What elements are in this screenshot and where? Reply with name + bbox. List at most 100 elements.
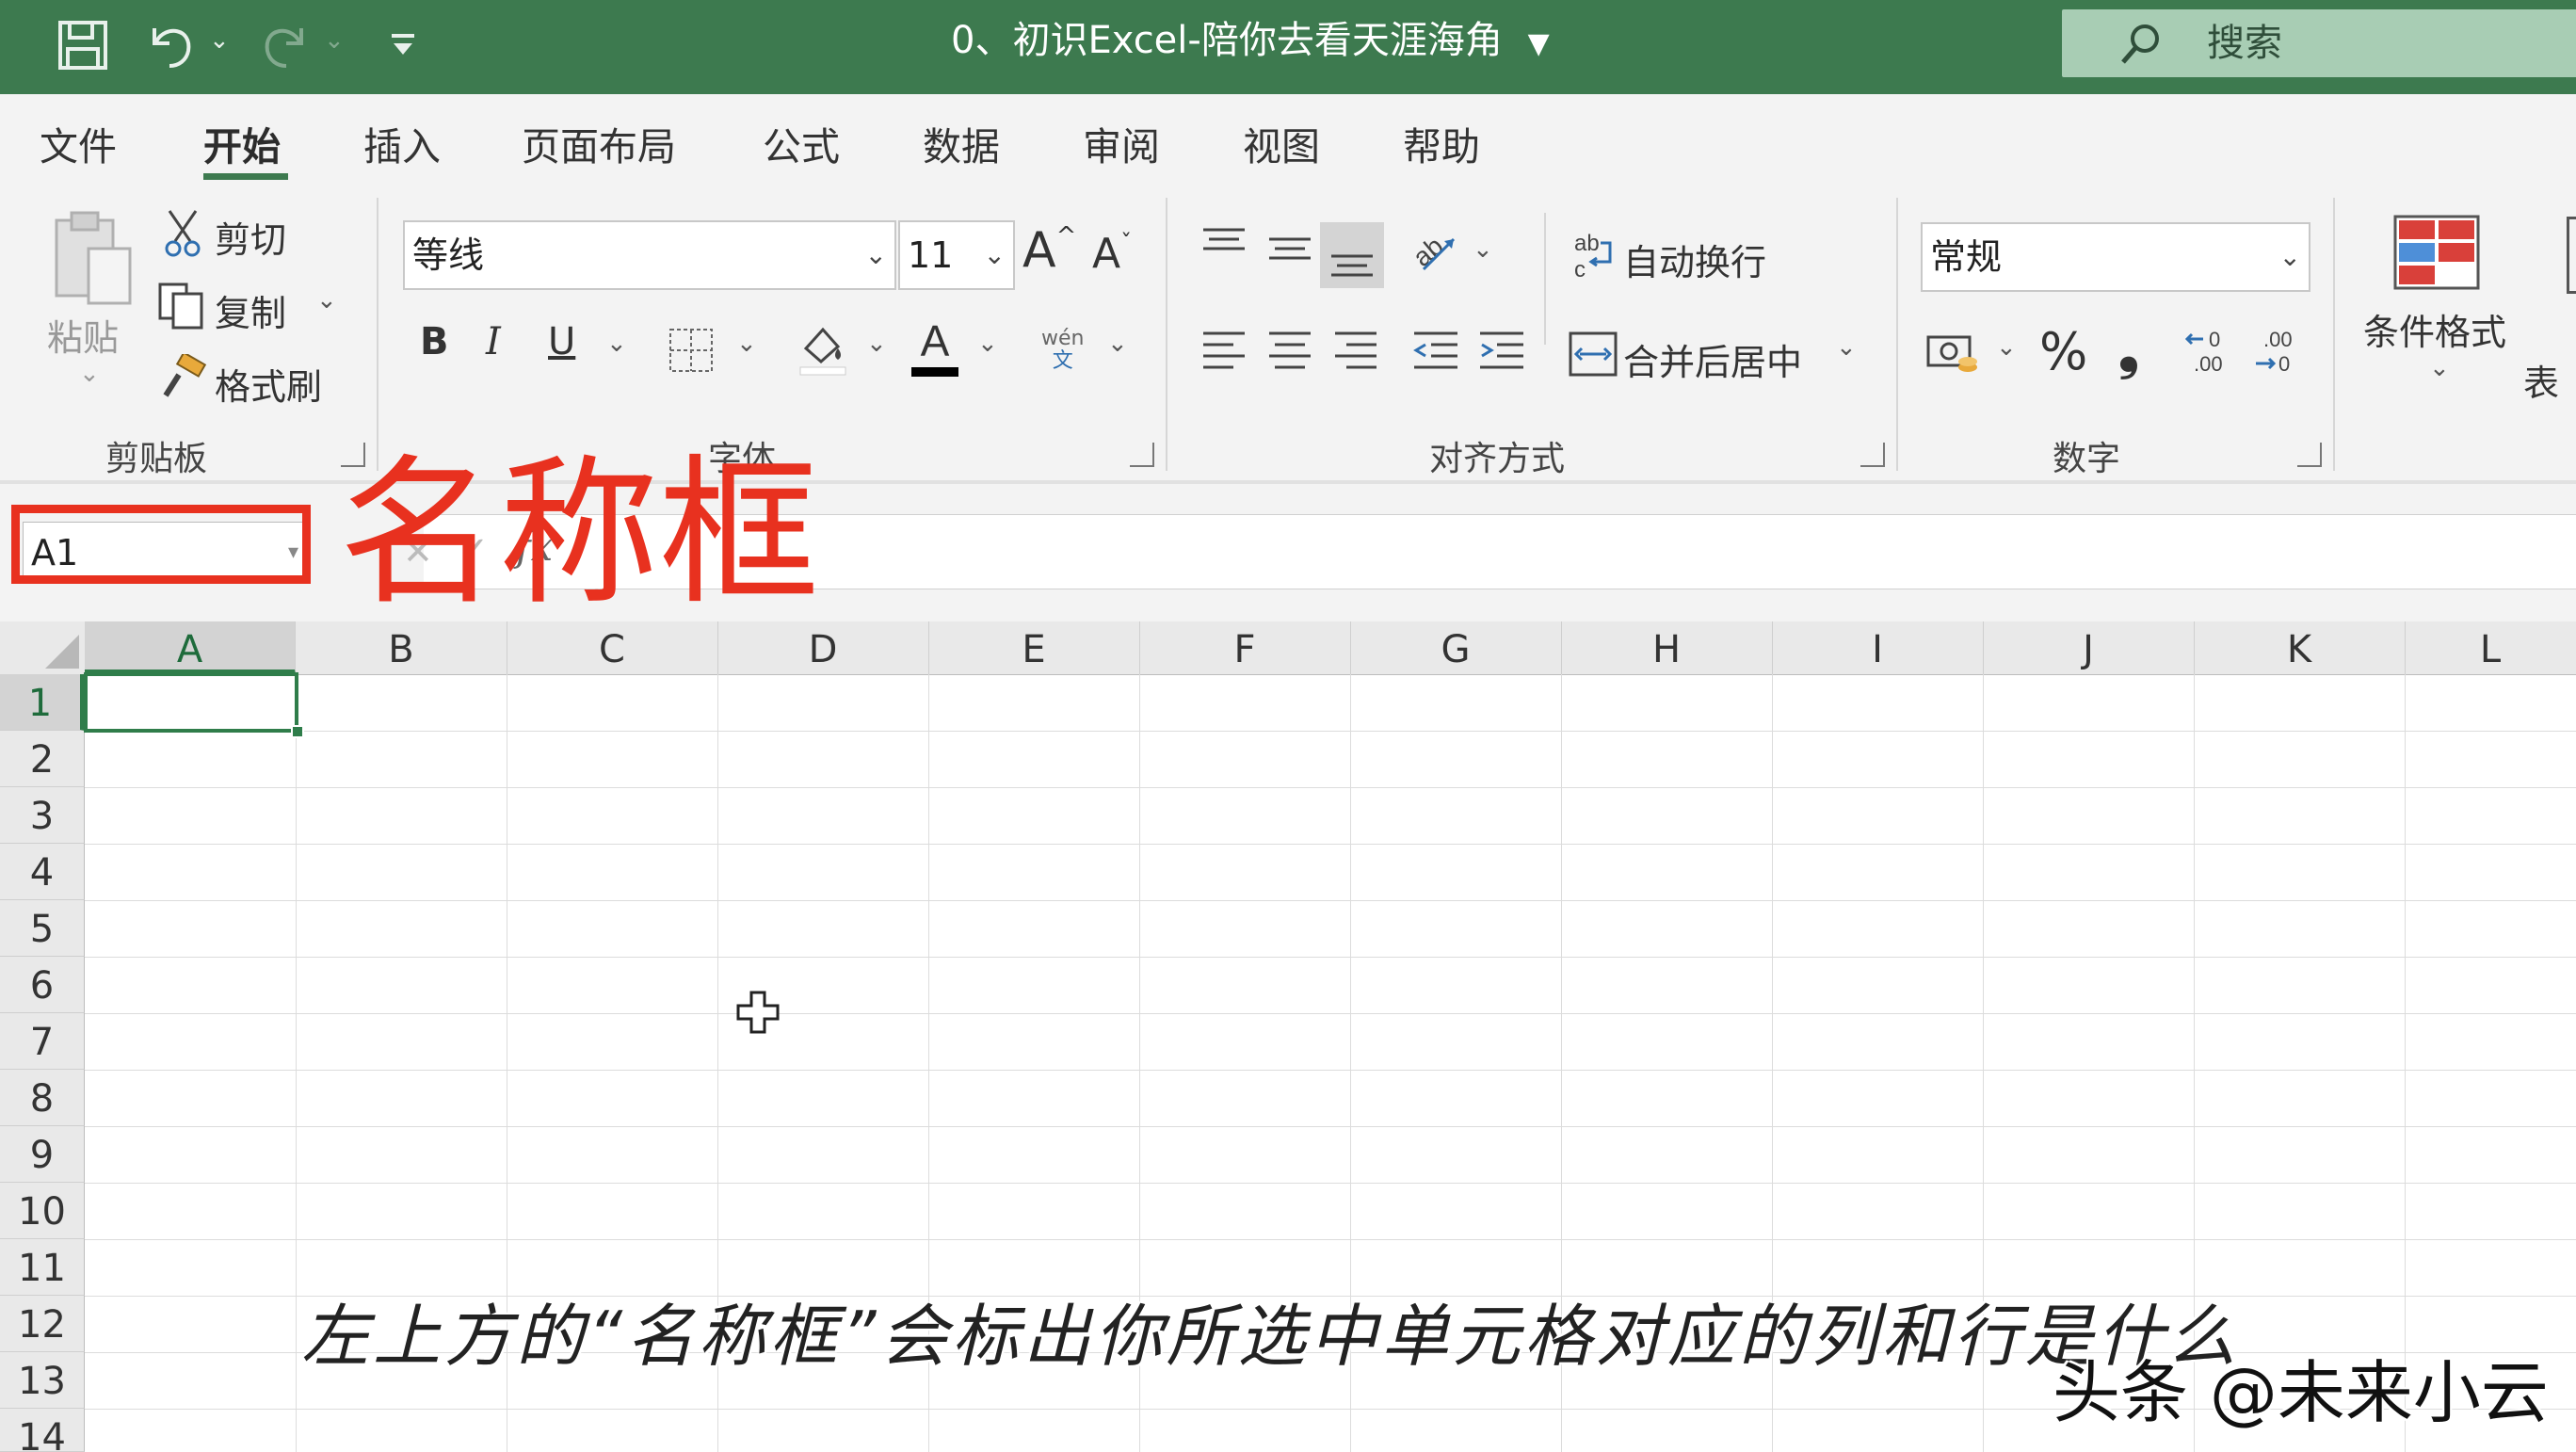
- column-header-d[interactable]: D: [717, 621, 929, 674]
- fill-color-dropdown-icon[interactable]: ⌄: [866, 330, 887, 358]
- row-header-11[interactable]: 11: [0, 1239, 85, 1296]
- wrap-text-icon[interactable]: ab c: [1572, 230, 1619, 286]
- italic-button[interactable]: I: [486, 320, 501, 363]
- active-cell-a1[interactable]: [84, 672, 298, 733]
- column-header-c[interactable]: C: [507, 621, 718, 674]
- align-center-icon[interactable]: [1267, 330, 1312, 375]
- row-header-9[interactable]: 9: [0, 1126, 85, 1183]
- row-header-7[interactable]: 7: [0, 1013, 85, 1070]
- row-header-1[interactable]: 1: [0, 674, 85, 731]
- comma-style-button[interactable]: ❟: [2118, 320, 2139, 382]
- conditional-formatting-icon[interactable]: [2393, 215, 2480, 294]
- tab-home[interactable]: 开始: [203, 115, 281, 171]
- increase-font-size-icon[interactable]: A^: [1022, 222, 1076, 279]
- percent-style-button[interactable]: %: [2039, 322, 2087, 381]
- row-header-12[interactable]: 12: [0, 1296, 85, 1352]
- copy-icon[interactable]: [156, 281, 207, 335]
- cut-label[interactable]: 剪切: [215, 211, 286, 263]
- paste-dropdown-icon[interactable]: ⌄: [79, 360, 100, 388]
- align-bottom-button[interactable]: [1320, 222, 1384, 288]
- column-header-b[interactable]: B: [296, 621, 507, 674]
- document-title[interactable]: 0、初识Excel-陪你去看天涯海角 ▼: [951, 0, 1550, 94]
- paste-icon[interactable]: [47, 207, 141, 315]
- format-painter-label[interactable]: 格式刷: [215, 358, 322, 410]
- font-name-dropdown[interactable]: 等线 ⌄: [403, 220, 896, 290]
- font-size-dropdown[interactable]: 11 ⌄: [898, 220, 1015, 290]
- row-header-8[interactable]: 8: [0, 1070, 85, 1126]
- title-dropdown-icon[interactable]: ▼: [1528, 27, 1550, 60]
- row-header-6[interactable]: 6: [0, 957, 85, 1013]
- tab-review[interactable]: 审阅: [1083, 115, 1160, 171]
- borders-dropdown-icon[interactable]: ⌄: [736, 330, 757, 358]
- tab-formulas[interactable]: 公式: [763, 115, 840, 171]
- redo-icon[interactable]: [256, 15, 314, 77]
- alignment-dialog-launcher-icon[interactable]: [1860, 443, 1885, 467]
- undo-icon[interactable]: [141, 15, 200, 77]
- merge-center-label[interactable]: 合并后居中: [1623, 333, 1802, 385]
- column-header-a[interactable]: A: [85, 621, 296, 674]
- align-top-icon[interactable]: [1201, 226, 1247, 267]
- align-right-icon[interactable]: [1333, 330, 1378, 375]
- merge-dropdown-icon[interactable]: ⌄: [1836, 333, 1857, 362]
- row-header-4[interactable]: 4: [0, 844, 85, 900]
- customize-qat-icon[interactable]: [386, 28, 420, 66]
- font-dialog-launcher-icon[interactable]: [1130, 443, 1154, 467]
- column-header-h[interactable]: H: [1561, 621, 1773, 674]
- save-icon[interactable]: [55, 17, 111, 77]
- row-header-2[interactable]: 2: [0, 731, 85, 787]
- fill-color-icon[interactable]: [797, 320, 849, 382]
- increase-decimal-icon[interactable]: 0.00: [2184, 326, 2237, 382]
- paste-label[interactable]: 粘贴: [47, 309, 119, 361]
- row-header-10[interactable]: 10: [0, 1183, 85, 1239]
- row-header-14[interactable]: 14: [0, 1409, 85, 1452]
- format-as-table-icon[interactable]: [2567, 217, 2576, 294]
- tab-data[interactable]: 数据: [923, 115, 1000, 171]
- conditional-formatting-dropdown-icon[interactable]: ⌄: [2429, 354, 2450, 382]
- column-header-i[interactable]: I: [1772, 621, 1984, 674]
- orientation-dropdown-icon[interactable]: ⌄: [1473, 235, 1493, 264]
- merge-center-icon[interactable]: [1569, 330, 1618, 382]
- number-format-dropdown[interactable]: 常规 ⌄: [1921, 222, 2310, 292]
- bold-button[interactable]: B: [420, 320, 449, 363]
- copy-label[interactable]: 复制: [215, 284, 286, 336]
- underline-dropdown-icon[interactable]: ⌄: [606, 330, 627, 358]
- decrease-font-size-icon[interactable]: Aˇ: [1092, 230, 1132, 278]
- column-header-e[interactable]: E: [928, 621, 1140, 674]
- conditional-formatting-label[interactable]: 条件格式: [2363, 303, 2506, 355]
- accounting-dropdown-icon[interactable]: ⌄: [1996, 333, 2017, 362]
- column-header-f[interactable]: F: [1139, 621, 1351, 674]
- format-as-table-label[interactable]: 表: [2523, 354, 2559, 406]
- copy-dropdown-icon[interactable]: ⌄: [316, 286, 337, 315]
- tab-file[interactable]: 文件: [40, 115, 117, 171]
- tab-view[interactable]: 视图: [1243, 115, 1320, 171]
- column-header-j[interactable]: J: [1983, 621, 2195, 674]
- font-color-dropdown-icon[interactable]: ⌄: [977, 330, 998, 358]
- orientation-icon[interactable]: ab: [1408, 226, 1463, 282]
- phonetic-guide-icon[interactable]: wén 文: [1041, 328, 1084, 373]
- undo-dropdown-icon[interactable]: ⌄: [209, 26, 230, 55]
- row-header-13[interactable]: 13: [0, 1352, 85, 1409]
- number-dialog-launcher-icon[interactable]: [2297, 443, 2322, 467]
- column-header-g[interactable]: G: [1350, 621, 1562, 674]
- wrap-text-label[interactable]: 自动换行: [1623, 234, 1766, 285]
- row-header-3[interactable]: 3: [0, 787, 85, 844]
- cut-icon[interactable]: [162, 207, 203, 262]
- decrease-decimal-icon[interactable]: .00 0: [2252, 326, 2305, 382]
- font-color-icon[interactable]: A: [910, 316, 960, 384]
- search-box[interactable]: 搜索: [2062, 9, 2576, 77]
- tab-help[interactable]: 帮助: [1403, 115, 1480, 171]
- align-left-icon[interactable]: [1201, 330, 1247, 375]
- borders-icon[interactable]: [667, 326, 716, 379]
- phonetic-dropdown-icon[interactable]: ⌄: [1107, 330, 1128, 358]
- column-header-l[interactable]: L: [2405, 621, 2576, 674]
- fill-handle[interactable]: [291, 725, 304, 738]
- decrease-indent-icon[interactable]: [1412, 330, 1459, 375]
- tab-insert[interactable]: 插入: [363, 115, 441, 171]
- accounting-format-icon[interactable]: [1926, 330, 1979, 382]
- format-painter-icon[interactable]: [158, 351, 209, 407]
- increase-indent-icon[interactable]: [1478, 330, 1525, 375]
- tab-page-layout[interactable]: 页面布局: [522, 115, 676, 171]
- row-header-5[interactable]: 5: [0, 900, 85, 957]
- column-header-k[interactable]: K: [2194, 621, 2406, 674]
- select-all-button[interactable]: [0, 621, 86, 674]
